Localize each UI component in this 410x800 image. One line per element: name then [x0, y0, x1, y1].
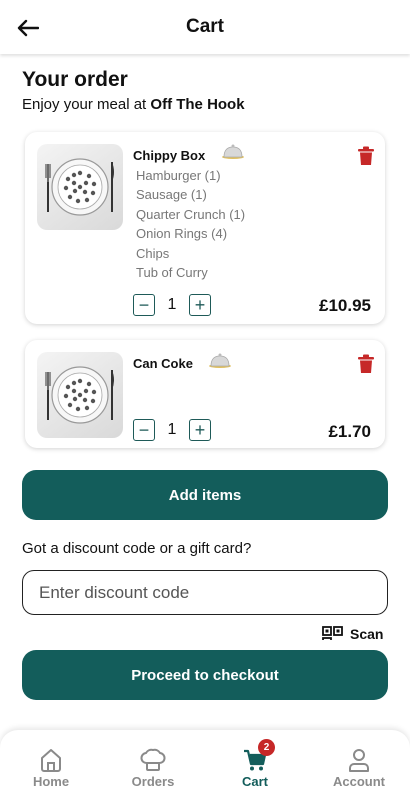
discount-code-input[interactable]: [22, 570, 388, 615]
quantity-stepper: − 1 +: [133, 294, 211, 316]
item-name: Chippy Box: [133, 148, 206, 163]
item-image: [37, 144, 123, 230]
item-price: £10.95: [319, 296, 371, 315]
quantity-value: 1: [167, 421, 177, 438]
bottom-navigation: Home Orders 2 Cart Account: [0, 730, 410, 800]
cloche-icon: [209, 353, 231, 368]
quantity-stepper: − 1 +: [133, 419, 211, 441]
cart-item-card: Can Coke − 1 + £1.70: [25, 340, 385, 448]
person-icon: [349, 749, 369, 772]
cart-count-badge: 2: [258, 739, 275, 756]
subtitle-prefix: Enjoy your meal at: [22, 96, 147, 113]
cart-item-card: Chippy Box Hamburger (1) Sausage (1) Qua…: [25, 132, 385, 324]
item-option: Quarter Crunch (1): [136, 206, 246, 222]
nav-label-cart: Cart: [241, 774, 268, 789]
delete-item-button[interactable]: [357, 354, 375, 374]
nav-item-cart[interactable]: 2 Cart: [204, 730, 306, 800]
app-header: Cart: [0, 0, 410, 54]
order-title: Your order: [22, 68, 128, 91]
page-title: Cart: [185, 16, 224, 37]
item-option: Chips: [136, 245, 170, 261]
item-option: Onion Rings (4): [136, 226, 228, 242]
delete-item-button[interactable]: [357, 146, 375, 166]
scan-label: Scan: [350, 626, 384, 640]
item-option: Tub of Curry: [136, 265, 208, 281]
item-option: Sausage (1): [136, 187, 207, 203]
decrease-quantity-button[interactable]: −: [133, 294, 155, 316]
item-options: Hamburger (1) Sausage (1) Quarter Crunch…: [136, 166, 245, 282]
add-items-button[interactable]: Add items: [22, 470, 388, 520]
nav-item-orders[interactable]: Orders: [102, 730, 204, 800]
chef-hat-icon: [140, 748, 166, 771]
nav-item-home[interactable]: Home: [0, 730, 102, 800]
item-image: [37, 352, 123, 438]
discount-label: Got a discount code or a gift card?: [22, 540, 252, 557]
restaurant-name: Off The Hook: [150, 96, 245, 113]
item-price: £1.70: [328, 422, 371, 441]
cloche-icon: [222, 144, 244, 159]
nav-label-account: Account: [333, 774, 385, 789]
decrease-quantity-button[interactable]: −: [133, 419, 155, 441]
qr-code-icon: [322, 626, 343, 640]
increase-quantity-button[interactable]: +: [189, 294, 211, 316]
order-subtitle: Enjoy your meal at Off The Hook: [22, 96, 245, 113]
nav-item-account[interactable]: Account: [308, 730, 410, 800]
nav-label-home: Home: [32, 774, 70, 789]
checkout-button[interactable]: Proceed to checkout: [22, 650, 388, 700]
item-option: Hamburger (1): [136, 168, 221, 183]
item-name: Can Coke: [133, 356, 193, 371]
nav-label-orders: Orders: [131, 774, 175, 789]
increase-quantity-button[interactable]: +: [189, 419, 211, 441]
scan-button[interactable]: Scan: [322, 626, 383, 640]
quantity-value: 1: [167, 296, 177, 313]
home-icon: [41, 749, 61, 772]
